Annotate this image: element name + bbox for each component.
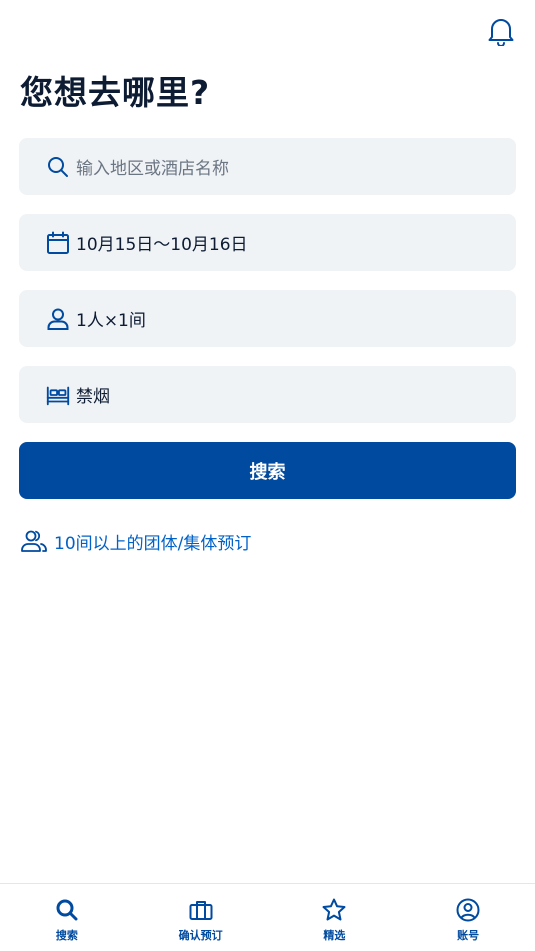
person-icon bbox=[45, 306, 71, 332]
guests-rooms-field[interactable]: 1人×1间 bbox=[19, 290, 516, 347]
top-bar bbox=[0, 0, 535, 60]
briefcase-icon bbox=[189, 901, 213, 920]
tab-confirm-booking[interactable]: 确认预订 bbox=[134, 884, 268, 951]
account-icon bbox=[456, 898, 480, 922]
tab-search[interactable]: 搜索 bbox=[0, 884, 134, 951]
group-icon bbox=[21, 530, 47, 552]
date-range-value: 10月15日〜10月16日 bbox=[76, 235, 248, 255]
destination-placeholder: 输入地区或酒店名称 bbox=[76, 159, 229, 179]
bell-icon[interactable] bbox=[487, 16, 515, 47]
page-title: 您想去哪里? bbox=[20, 73, 211, 112]
search-button[interactable]: 搜索 bbox=[19, 442, 516, 499]
bottom-tab-bar: 搜索 确认预订 精选 账号 bbox=[0, 883, 535, 951]
room-type-value: 禁烟 bbox=[76, 387, 110, 407]
tab-label: 精选 bbox=[323, 929, 346, 942]
destination-search-field[interactable]: 输入地区或酒店名称 bbox=[19, 138, 516, 195]
guests-rooms-value: 1人×1间 bbox=[76, 311, 146, 331]
group-booking-label: 10间以上的团体/集体预订 bbox=[54, 533, 252, 554]
tab-label: 搜索 bbox=[55, 929, 78, 942]
tab-featured[interactable]: 精选 bbox=[268, 884, 402, 951]
tab-label: 账号 bbox=[457, 929, 480, 942]
tab-account[interactable]: 账号 bbox=[401, 884, 535, 951]
room-type-field[interactable]: 禁烟 bbox=[19, 366, 516, 423]
group-booking-link[interactable]: 10间以上的团体/集体预订 bbox=[20, 528, 251, 554]
search-icon bbox=[45, 154, 71, 180]
date-range-field[interactable]: 10月15日〜10月16日 bbox=[19, 214, 516, 271]
bed-icon bbox=[45, 382, 71, 408]
calendar-icon bbox=[45, 230, 71, 256]
tab-label: 确认预订 bbox=[178, 929, 223, 942]
search-icon bbox=[56, 899, 78, 921]
star-icon bbox=[322, 898, 346, 921]
